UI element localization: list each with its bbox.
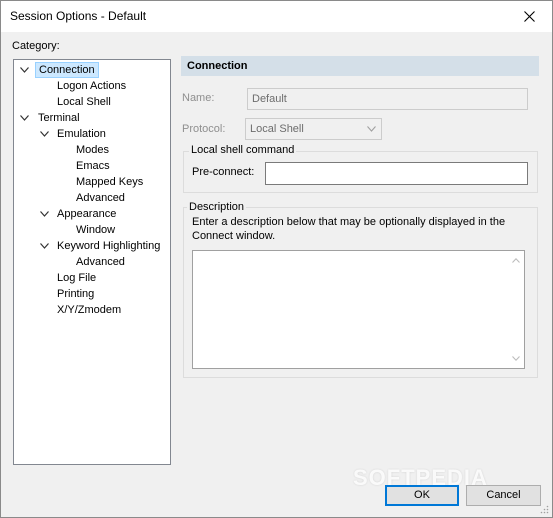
- chevron-down-icon: [367, 126, 376, 132]
- tree-item-label: Terminal: [38, 112, 80, 124]
- tree-item-label: Emulation: [57, 128, 106, 140]
- tree-item-label: Keyword Highlighting: [57, 240, 161, 252]
- description-help-line2: Connect window.: [192, 230, 276, 242]
- resize-grip-icon[interactable]: [539, 504, 549, 514]
- local-shell-group-title: Local shell command: [189, 144, 297, 156]
- chevron-down-icon[interactable]: [39, 206, 49, 222]
- tree-item-mapped-keys[interactable]: Mapped Keys: [73, 174, 146, 190]
- tree-item-connection[interactable]: Connection: [35, 62, 99, 78]
- tree-item-logon-actions[interactable]: Logon Actions: [54, 78, 129, 94]
- protocol-value: Local Shell: [250, 123, 304, 135]
- description-textarea[interactable]: [192, 250, 525, 369]
- preconnect-label: Pre-connect:: [192, 166, 255, 178]
- name-field[interactable]: Default: [247, 88, 528, 110]
- description-group-title: Description: [187, 201, 247, 213]
- close-button[interactable]: [506, 1, 552, 32]
- category-tree[interactable]: Connection Logon Actions Local Shell Ter…: [13, 59, 171, 465]
- chevron-down-icon[interactable]: [19, 110, 29, 126]
- tree-item-label: X/Y/Zmodem: [57, 304, 122, 316]
- tree-item-modes[interactable]: Modes: [73, 142, 112, 158]
- protocol-label: Protocol:: [182, 123, 226, 135]
- tree-item-label: Advanced: [76, 256, 125, 268]
- ok-button[interactable]: OK: [385, 485, 459, 506]
- window-title: Session Options - Default: [10, 9, 147, 23]
- tree-item-window[interactable]: Window: [73, 222, 118, 238]
- preconnect-input[interactable]: [265, 162, 528, 185]
- session-options-dialog: Session Options - Default Category: Conn…: [0, 0, 553, 518]
- scroll-up-icon[interactable]: [512, 258, 520, 263]
- tree-item-label: Logon Actions: [57, 80, 127, 92]
- close-icon: [523, 11, 535, 22]
- tree-item-label: Log File: [57, 272, 97, 284]
- tree-item-local-shell[interactable]: Local Shell: [54, 94, 114, 110]
- chevron-down-icon[interactable]: [39, 238, 49, 254]
- tree-item-log-file[interactable]: Log File: [54, 270, 99, 286]
- name-label: Name:: [182, 92, 215, 104]
- tree-item-terminal[interactable]: Terminal: [35, 110, 83, 126]
- scroll-down-icon[interactable]: [512, 356, 520, 361]
- tree-item-printing[interactable]: Printing: [54, 286, 97, 302]
- tree-item-label: Mapped Keys: [76, 176, 144, 188]
- title-bar: Session Options - Default: [1, 1, 552, 32]
- tree-item-label: Emacs: [76, 160, 110, 172]
- tree-item-label: Modes: [76, 144, 110, 156]
- tree-item-label: Appearance: [57, 208, 117, 220]
- section-header: Connection: [181, 56, 539, 76]
- category-label: Category:: [12, 40, 60, 52]
- chevron-down-icon[interactable]: [39, 126, 49, 142]
- description-help-line1: Enter a description below that may be op…: [192, 216, 506, 228]
- tree-item-emulation[interactable]: Emulation: [54, 126, 109, 142]
- tree-item-emulation-advanced[interactable]: Advanced: [73, 190, 128, 206]
- protocol-select[interactable]: Local Shell: [245, 118, 382, 140]
- tree-item-label: Window: [76, 224, 116, 236]
- tree-item-label: Connection: [35, 62, 99, 78]
- tree-item-label: Local Shell: [57, 96, 111, 108]
- tree-item-label: Printing: [57, 288, 95, 300]
- tree-item-label: Advanced: [76, 192, 125, 204]
- tree-item-keyword-advanced[interactable]: Advanced: [73, 254, 128, 270]
- chevron-down-icon[interactable]: [19, 62, 29, 78]
- tree-item-xyzmodem[interactable]: X/Y/Zmodem: [54, 302, 124, 318]
- tree-item-emacs[interactable]: Emacs: [73, 158, 113, 174]
- tree-item-appearance[interactable]: Appearance: [54, 206, 119, 222]
- cancel-button[interactable]: Cancel: [466, 485, 541, 506]
- description-scrollbar[interactable]: [508, 251, 524, 368]
- tree-item-keyword-highlighting[interactable]: Keyword Highlighting: [54, 238, 163, 254]
